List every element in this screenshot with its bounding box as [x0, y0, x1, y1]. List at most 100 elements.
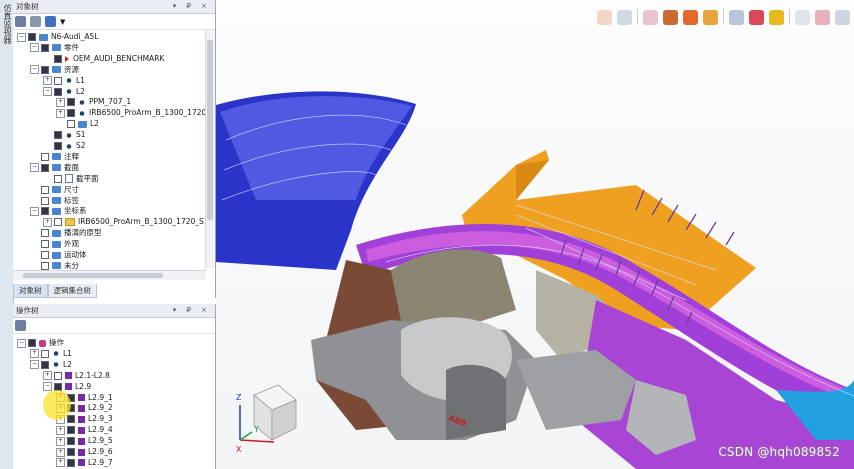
tree-row[interactable]: 截平面: [43, 174, 99, 184]
visibility-checkbox[interactable]: [41, 185, 49, 194]
tree-row[interactable]: 注释: [30, 152, 79, 162]
expand-icon[interactable]: +: [43, 371, 52, 381]
visibility-checkbox[interactable]: [41, 251, 49, 259]
tree-row[interactable]: − 零件: [30, 43, 79, 53]
expand-icon[interactable]: +: [56, 436, 65, 446]
panel-window-buttons[interactable]: ▾ ₽ ×: [173, 304, 211, 317]
tree-row[interactable]: OEM_AUDI_BENCHMARK: [43, 54, 164, 64]
tree-row[interactable]: − 截面: [30, 163, 79, 173]
zoom-fit-icon[interactable]: [617, 9, 632, 25]
layout-icon[interactable]: [30, 16, 41, 27]
visibility-checkbox[interactable]: [54, 76, 62, 85]
collapse-icon[interactable]: −: [30, 206, 39, 216]
visibility-checkbox[interactable]: [41, 229, 49, 238]
tab-logical-collection-tree[interactable]: 逻辑集合树: [47, 284, 97, 298]
visibility-checkbox[interactable]: [54, 142, 62, 150]
tree-row[interactable]: + PPM_707_1: [56, 97, 131, 107]
measure-icon[interactable]: [835, 9, 850, 25]
visibility-checkbox[interactable]: [54, 371, 62, 380]
3d-viewport[interactable]: Z X Y ABB CSDN @hqh089852: [216, 0, 854, 469]
visibility-checkbox[interactable]: [67, 415, 75, 424]
tree-row[interactable]: 尺寸: [30, 185, 79, 195]
object-tree-vscroll[interactable]: [205, 30, 215, 268]
visibility-checkbox[interactable]: [41, 360, 49, 369]
shading-icon[interactable]: [683, 9, 698, 25]
tree-row[interactable]: + L2.1-L2.8: [43, 371, 110, 381]
object-tree-hscroll[interactable]: [13, 270, 206, 280]
tree-view-icon[interactable]: [15, 320, 26, 331]
select-icon[interactable]: [729, 9, 744, 25]
filter-icon[interactable]: [769, 9, 784, 25]
expand-icon[interactable]: +: [43, 217, 52, 227]
visibility-checkbox[interactable]: [67, 458, 75, 467]
tree-row[interactable]: S2: [43, 141, 86, 151]
tree-row[interactable]: 外观: [30, 239, 79, 249]
relocate-icon[interactable]: [815, 9, 830, 25]
visibility-checkbox[interactable]: [67, 426, 75, 435]
expand-icon[interactable]: +: [56, 447, 65, 457]
tree-row[interactable]: + L2.9_5: [56, 436, 113, 446]
visibility-checkbox[interactable]: [67, 437, 75, 446]
visibility-checkbox[interactable]: [41, 207, 49, 216]
visibility-checkbox[interactable]: [67, 448, 75, 456]
collapse-icon[interactable]: −: [30, 163, 39, 173]
collapse-icon[interactable]: −: [43, 87, 52, 96]
tree-row[interactable]: + IRB6500_ProArm_B_1300_1720_S1: [43, 217, 209, 227]
collapse-icon[interactable]: −: [30, 65, 39, 75]
snap-icon[interactable]: [643, 9, 658, 25]
tree-row[interactable]: + L2.9_6: [56, 447, 113, 457]
tree-row[interactable]: − L2.9: [43, 382, 91, 392]
visibility-checkbox[interactable]: [41, 261, 49, 270]
tree-row[interactable]: − 操作: [17, 338, 64, 348]
tree-row[interactable]: − L2: [30, 360, 72, 370]
tree-row[interactable]: 运动体: [30, 250, 87, 260]
visibility-checkbox[interactable]: [41, 163, 49, 172]
expand-icon[interactable]: +: [43, 76, 52, 86]
expand-icon[interactable]: +: [56, 458, 65, 468]
visibility-checkbox[interactable]: [41, 240, 49, 249]
tree-row[interactable]: + IRB6500_ProArm_B_1300_1720: [56, 108, 206, 118]
visibility-checkbox[interactable]: [54, 218, 62, 227]
tree-row[interactable]: + L2.9_7: [56, 458, 113, 468]
expand-icon[interactable]: +: [56, 108, 65, 118]
tree-row[interactable]: + L2.9_4: [56, 425, 113, 435]
collapse-icon[interactable]: −: [17, 32, 26, 42]
placement-icon[interactable]: [795, 9, 810, 25]
expand-icon[interactable]: +: [30, 349, 39, 359]
tab-object-tree[interactable]: 对象树: [13, 284, 48, 298]
visibility-checkbox[interactable]: [28, 339, 36, 347]
collapse-icon[interactable]: −: [43, 382, 52, 392]
visibility-checkbox[interactable]: [67, 109, 75, 118]
tree-row[interactable]: − N6-Audi_A5L: [17, 32, 98, 42]
visibility-checkbox[interactable]: [54, 174, 62, 183]
visibility-checkbox[interactable]: [54, 87, 62, 96]
light-icon[interactable]: [703, 9, 718, 25]
visibility-checkbox[interactable]: [41, 43, 49, 52]
pick-level-icon[interactable]: [749, 9, 764, 25]
expand-icon[interactable]: +: [56, 425, 65, 435]
visibility-checkbox[interactable]: [28, 33, 36, 41]
simulation-monitor-side-tab[interactable]: 仿真监视器: [0, 0, 14, 469]
visibility-checkbox[interactable]: [41, 349, 49, 358]
visibility-checkbox[interactable]: [54, 131, 62, 140]
view-cube-icon-btn[interactable]: [663, 9, 678, 25]
tree-row[interactable]: L2: [56, 119, 99, 129]
collapse-icon[interactable]: −: [30, 360, 39, 370]
visibility-checkbox[interactable]: [41, 152, 49, 161]
filter-icon[interactable]: [45, 16, 56, 27]
zoom-in-icon[interactable]: [597, 9, 612, 25]
visibility-checkbox[interactable]: [67, 98, 75, 107]
collapse-icon[interactable]: −: [30, 43, 39, 53]
visibility-checkbox[interactable]: [54, 54, 62, 63]
visibility-checkbox[interactable]: [67, 120, 75, 129]
visibility-checkbox[interactable]: [41, 65, 49, 74]
tree-row[interactable]: − 坐标系: [30, 206, 87, 216]
dropdown-arrow-icon[interactable]: ▼: [60, 18, 65, 26]
visibility-checkbox[interactable]: [41, 196, 49, 205]
tree-row[interactable]: + L1: [30, 349, 72, 359]
tree-row[interactable]: + L1: [43, 76, 85, 86]
expand-icon[interactable]: +: [56, 97, 65, 107]
tree-row[interactable]: S1: [43, 130, 86, 140]
tree-row[interactable]: − L2: [43, 87, 85, 97]
panel-window-buttons[interactable]: ▾ ₽ ×: [173, 0, 211, 13]
